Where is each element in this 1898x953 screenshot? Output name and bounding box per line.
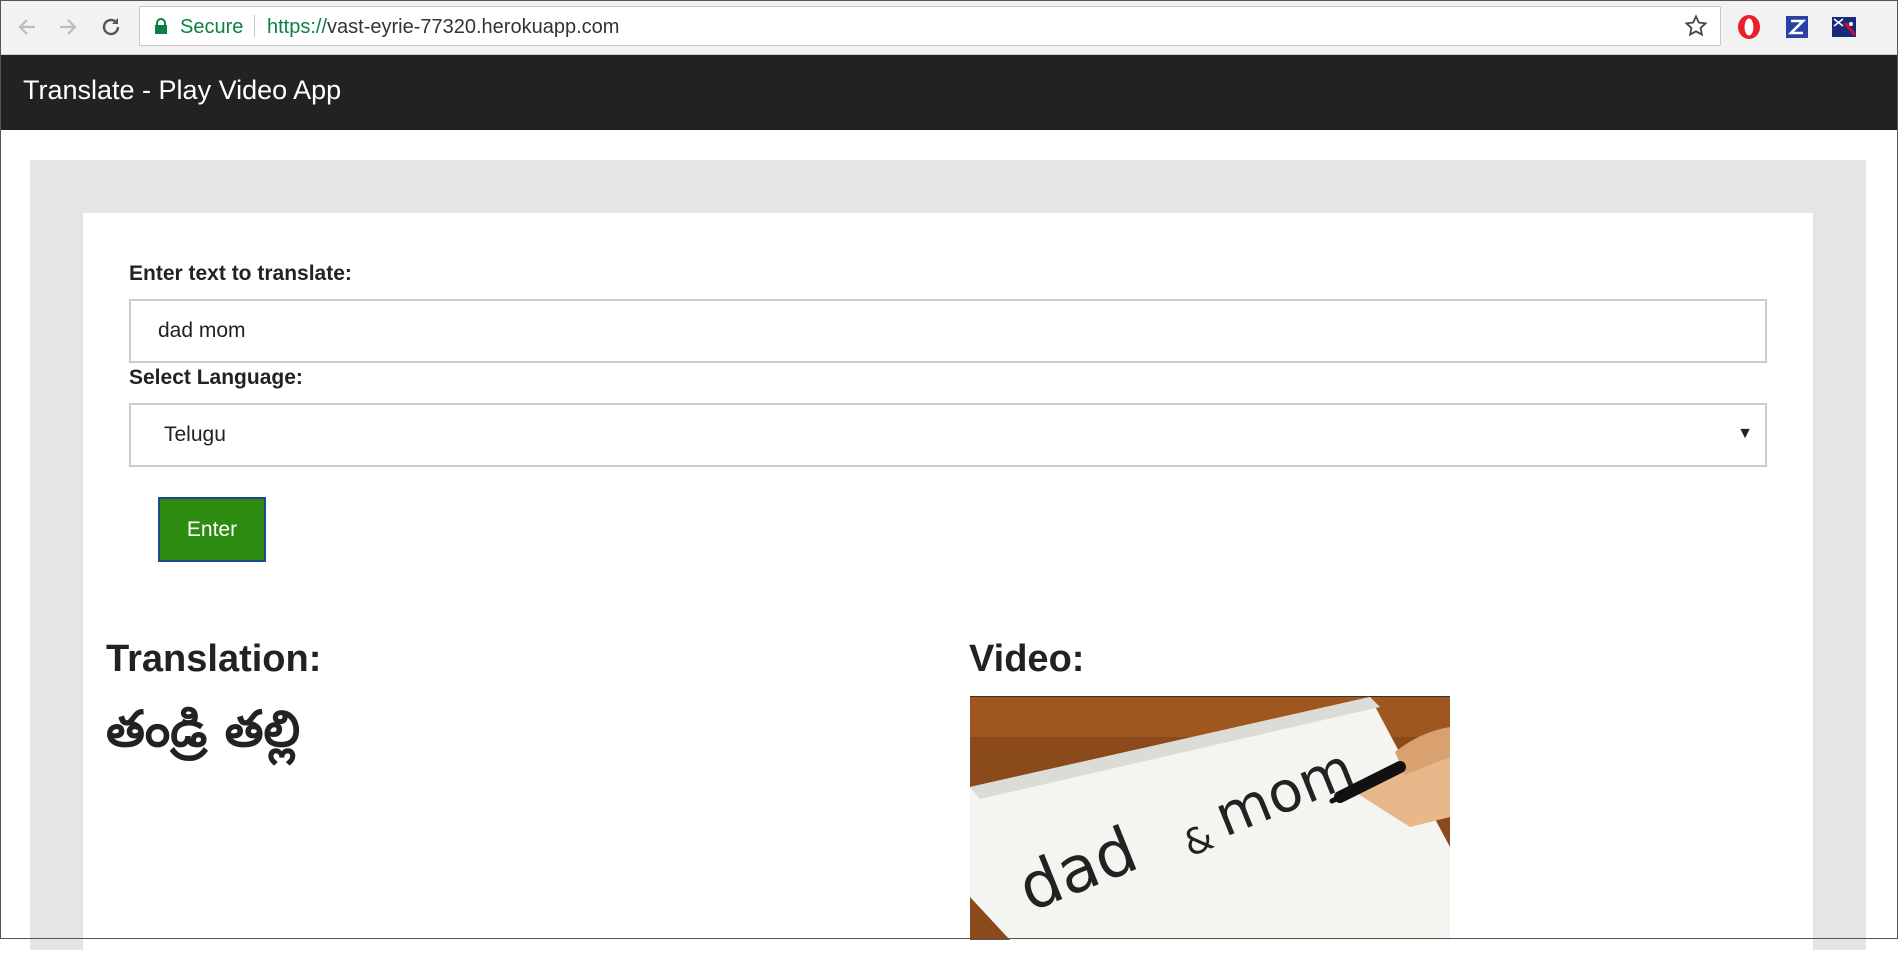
forward-arrow-icon: [60, 19, 77, 35]
opera-extension-icon[interactable]: [1735, 13, 1763, 41]
app-title[interactable]: Translate - Play Video App: [23, 75, 341, 106]
url-divider: [254, 15, 255, 37]
dropdown-arrow-icon: ▼: [1737, 425, 1753, 442]
translation-heading: Translation:: [106, 638, 322, 680]
address-bar[interactable]: Secure https://vast-eyrie-77320.herokuap…: [139, 6, 1721, 46]
video-heading: Video:: [969, 638, 1085, 680]
zotero-extension-icon[interactable]: [1783, 13, 1811, 41]
star-icon[interactable]: [1684, 14, 1708, 38]
app-navbar: Translate - Play Video App: [1, 55, 1897, 130]
enter-button[interactable]: Enter: [158, 497, 266, 562]
text-input[interactable]: dad mom: [129, 299, 1767, 363]
text-input-value: dad mom: [158, 319, 246, 342]
language-selected-value: Telugu: [164, 423, 226, 446]
text-input-label: Enter text to translate:: [129, 262, 352, 285]
url-text: https://vast-eyrie-77320.herokuapp.com: [267, 16, 619, 39]
secure-label: Secure: [180, 16, 244, 38]
translation-output: తండ్రి తల్లి: [106, 700, 301, 758]
lock-icon: [155, 18, 167, 34]
language-select[interactable]: Telugu ▼: [129, 403, 1767, 467]
browser-toolbar: Secure https://vast-eyrie-77320.herokuap…: [0, 0, 1898, 55]
language-label: Select Language:: [129, 366, 303, 389]
flag-extension-icon[interactable]: [1830, 13, 1858, 41]
back-button[interactable]: [12, 12, 42, 42]
video-thumbnail[interactable]: dad & mom: [970, 696, 1450, 940]
reload-icon: [102, 18, 120, 36]
reload-button[interactable]: [96, 12, 126, 42]
forward-button[interactable]: [53, 12, 83, 42]
back-arrow-icon: [18, 19, 35, 35]
url-scheme: https://: [267, 16, 328, 38]
video-thumbnail-image: dad & mom: [970, 697, 1450, 940]
url-host: vast-eyrie-77320.herokuapp.com: [327, 16, 620, 38]
